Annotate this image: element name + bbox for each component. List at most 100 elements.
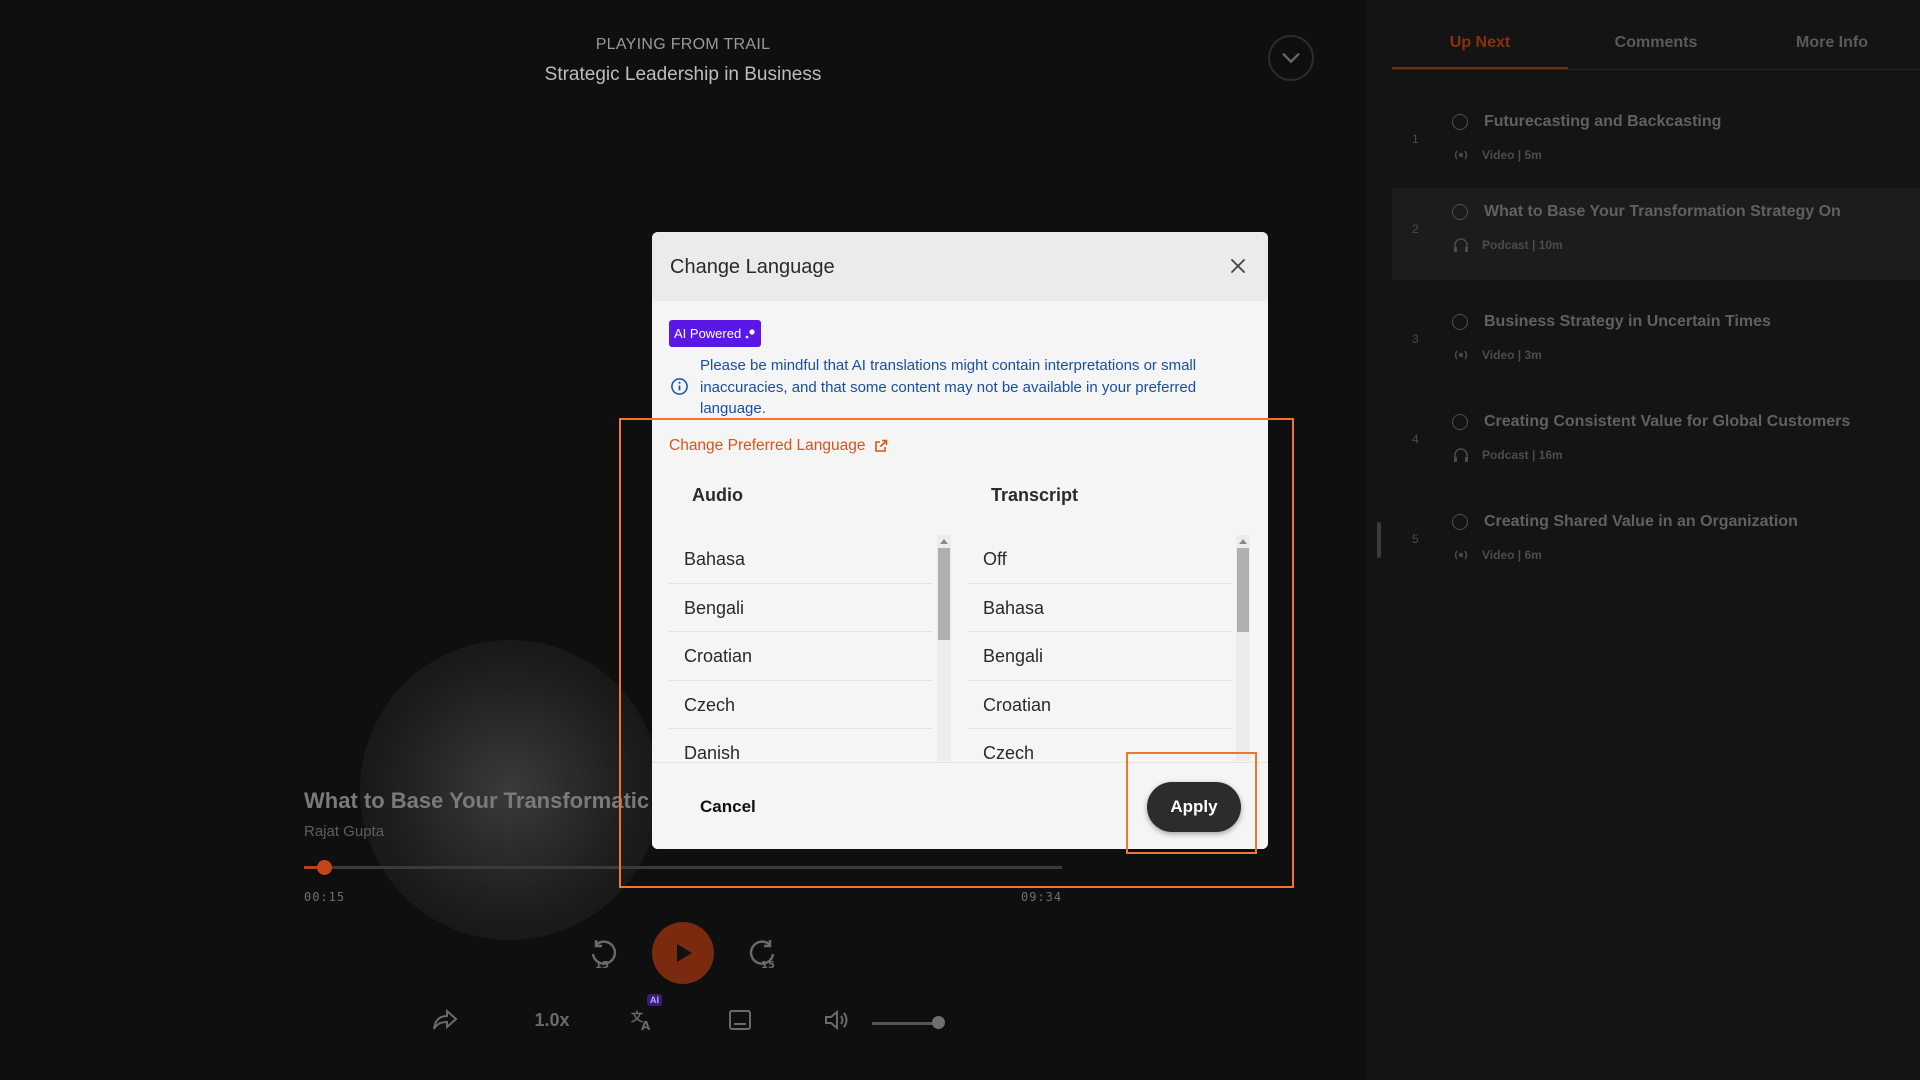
audio-option[interactable]: Bengali xyxy=(669,584,933,632)
queue-item[interactable]: 4 Creating Consistent Value for Global C… xyxy=(1392,398,1920,490)
ai-badge-label: AI Powered xyxy=(674,326,742,341)
sparkle-icon xyxy=(745,328,755,338)
external-link-icon xyxy=(875,439,888,452)
dialog-title: Change Language xyxy=(670,256,835,278)
audio-language-list[interactable]: Bahasa Bengali Croatian Czech Danish xyxy=(669,535,951,761)
queue-title: Futurecasting and Backcasting xyxy=(1484,113,1722,130)
queue-number: 2 xyxy=(1412,222,1419,236)
audio-option[interactable]: Czech xyxy=(669,681,933,729)
forward-15-button[interactable]: 15 xyxy=(742,934,782,974)
sidebar-tabs: Up Next Comments More Info xyxy=(1392,0,1920,70)
close-icon xyxy=(1231,259,1245,273)
status-circle-icon xyxy=(1452,314,1468,330)
queue-item[interactable]: 3 Business Strategy in Uncertain Times V… xyxy=(1392,298,1920,390)
subtitles-icon xyxy=(729,1010,751,1030)
translate-button[interactable]: 文A AI xyxy=(622,994,662,1038)
change-preferred-language-link[interactable]: Change Preferred Language xyxy=(669,437,888,455)
volume-button[interactable] xyxy=(816,1002,856,1038)
queue-title: What to Base Your Transformation Strateg… xyxy=(1484,203,1841,220)
cancel-button[interactable]: Cancel xyxy=(700,797,756,817)
queue-meta: Podcast | 10m xyxy=(1482,238,1563,252)
sidebar-resize-handle[interactable] xyxy=(1377,522,1381,558)
queue-title: Creating Shared Value in an Organization xyxy=(1484,513,1798,530)
ai-tag: AI xyxy=(647,994,662,1006)
progress-handle[interactable] xyxy=(316,860,332,875)
transcript-option[interactable]: Off xyxy=(968,535,1232,584)
svg-text:15: 15 xyxy=(595,960,609,971)
ai-translation-notice: Please be mindful that AI translations m… xyxy=(700,357,1197,417)
audio-option[interactable]: Croatian xyxy=(669,632,933,681)
svg-text:15: 15 xyxy=(761,960,775,971)
broadcast-icon xyxy=(1454,550,1468,560)
share-icon xyxy=(433,1008,458,1030)
broadcast-icon xyxy=(1454,150,1468,160)
apply-button[interactable]: Apply xyxy=(1147,782,1241,832)
translate-icon: 文A xyxy=(631,1009,651,1031)
transcript-option[interactable]: Bahasa xyxy=(968,584,1232,632)
trail-title: Strategic Leadership in Business xyxy=(544,64,822,85)
transcript-column-header: Transcript xyxy=(991,485,1079,505)
rewind-15-button[interactable]: 15 xyxy=(584,934,624,974)
volume-handle[interactable] xyxy=(932,1016,945,1029)
ai-powered-badge: AI Powered xyxy=(669,320,762,347)
sidebar: Up Next Comments More Info 1 Futurecasti… xyxy=(1366,0,1920,1080)
transcript-option[interactable]: Bengali xyxy=(968,632,1232,681)
queue-meta: Video | 5m xyxy=(1482,148,1542,162)
play-icon xyxy=(677,944,692,962)
queue-item[interactable]: 1 Futurecasting and Backcasting Video | … xyxy=(1392,98,1920,190)
chevron-down-icon xyxy=(1282,53,1300,64)
broadcast-icon xyxy=(1454,350,1468,360)
subtitles-button[interactable] xyxy=(720,1002,760,1038)
scroll-up-arrow-icon[interactable] xyxy=(940,539,948,544)
headphones-icon xyxy=(1454,448,1468,462)
in-progress-icon xyxy=(1452,204,1468,220)
transcript-option[interactable]: Czech xyxy=(968,729,1232,761)
forward-15-icon: 15 xyxy=(749,940,775,971)
transcript-scrollbar[interactable] xyxy=(1236,535,1250,761)
volume-slider[interactable] xyxy=(872,1022,938,1025)
queue-number: 3 xyxy=(1412,332,1419,346)
tab-more-info[interactable]: More Info xyxy=(1744,0,1920,69)
audio-column-header: Audio xyxy=(692,485,743,505)
preferred-link-label: Change Preferred Language xyxy=(669,437,866,454)
collapse-button[interactable] xyxy=(1268,35,1314,81)
svg-text:A: A xyxy=(641,1019,651,1031)
duration-time: 09:34 xyxy=(1021,890,1063,904)
change-language-dialog: Change Language AI Powered Please be min… xyxy=(652,232,1268,849)
play-button[interactable] xyxy=(652,922,714,984)
audio-scrollbar[interactable] xyxy=(937,535,951,761)
audio-scroll-thumb[interactable] xyxy=(938,548,950,640)
queue-meta: Video | 6m xyxy=(1482,548,1542,562)
volume-icon xyxy=(825,1009,848,1031)
queue-title: Creating Consistent Value for Global Cus… xyxy=(1484,413,1851,430)
audio-option[interactable]: Danish xyxy=(669,729,933,761)
transcript-language-list[interactable]: Off Bahasa Bengali Croatian Czech xyxy=(968,535,1250,761)
queue-item[interactable]: 5 Creating Shared Value in an Organizati… xyxy=(1392,498,1920,590)
tab-up-next[interactable]: Up Next xyxy=(1392,0,1568,69)
status-circle-icon xyxy=(1452,114,1468,130)
share-button[interactable] xyxy=(425,1002,465,1038)
scroll-up-arrow-icon[interactable] xyxy=(1239,539,1247,544)
queue-meta: Video | 3m xyxy=(1482,348,1542,362)
playing-from-label: PLAYING FROM TRAIL xyxy=(595,36,771,53)
status-circle-icon xyxy=(1452,414,1468,430)
progress-bar[interactable] xyxy=(304,860,1062,875)
speed-button[interactable]: 1.0x xyxy=(522,1002,582,1038)
dialog-header: Change Language xyxy=(652,232,1268,301)
queue-meta: Podcast | 16m xyxy=(1482,448,1563,462)
status-circle-icon xyxy=(1452,514,1468,530)
rewind-15-icon: 15 xyxy=(591,940,617,971)
queue-number: 4 xyxy=(1412,432,1419,446)
tab-comments[interactable]: Comments xyxy=(1568,0,1744,69)
queue-item-current[interactable]: 2 What to Base Your Transformation Strat… xyxy=(1392,188,1920,280)
transcript-scroll-thumb[interactable] xyxy=(1237,548,1249,632)
transcript-option[interactable]: Croatian xyxy=(968,681,1232,729)
queue-title: Business Strategy in Uncertain Times xyxy=(1484,313,1771,330)
audio-option[interactable]: Bahasa xyxy=(669,535,933,584)
now-playing-title: What to Base Your Transformatic xyxy=(304,788,650,813)
info-icon xyxy=(671,378,688,395)
close-button[interactable] xyxy=(1226,254,1250,278)
dialog-footer: Cancel Apply xyxy=(652,762,1268,849)
queue-number: 1 xyxy=(1412,132,1419,146)
headphones-icon xyxy=(1454,238,1468,252)
